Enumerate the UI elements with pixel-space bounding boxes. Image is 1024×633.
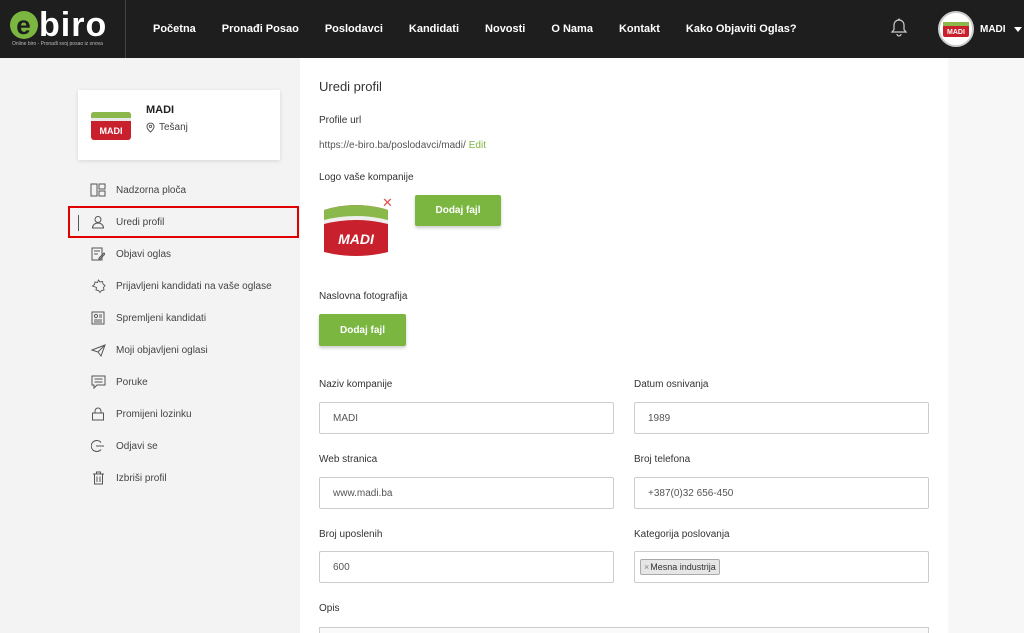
main-nav: Početna Pronađi Posao Poslodavci Kandida… [140,0,810,58]
sidebar-item-label: Odjavi se [116,440,158,452]
employees-field[interactable]: 600 [319,551,614,583]
sidebar-item-label: Moji objavljeni oglasi [116,344,208,356]
logo-wordmark: biro [39,6,108,44]
svg-text:MADI: MADI [100,126,123,136]
logo-letter: e [10,11,38,39]
sidebar-item-objavi-oglas[interactable]: Objavi oglas [78,238,308,270]
page-title: Uredi profil [319,79,382,94]
add-cover-button[interactable]: Dodaj fajl [319,314,406,346]
profile-location-text: Tešanj [159,122,188,133]
company-name-label: Naziv kompanije [319,379,393,390]
logo-label: Logo vaše kompanije [319,172,414,183]
category-tag[interactable]: × Mesna industrija [640,559,720,575]
sidebar-item-label: Spremljeni kandidati [116,312,207,324]
nav-kontakt[interactable]: Kontakt [606,23,673,35]
nav-pocetna[interactable]: Početna [140,23,209,35]
sidebar-item-poruke[interactable]: Poruke [78,366,308,398]
avatar: MADI [938,11,974,47]
saved-profiles-icon [90,310,106,326]
edit-url-link[interactable]: Edit [469,140,486,151]
message-icon [90,374,106,390]
logout-icon [90,438,106,454]
category-label: Kategorija poslovanja [634,529,730,540]
company-logo-preview: MADI [320,202,392,258]
chevron-down-icon [1013,26,1022,32]
sidebar-item-label: Izbriši profil [116,472,167,484]
nav-novosti[interactable]: Novosti [472,23,538,35]
description-editor[interactable] [319,627,929,633]
sidebar-item-odjavi-se[interactable]: Odjavi se [78,430,308,462]
phone-label: Broj telefona [634,454,691,465]
paper-plane-icon [90,342,106,358]
profile-url-text: https://e-biro.ba/poslodavci/madi/ [319,140,466,151]
nav-pronadi-posao[interactable]: Pronađi Posao [209,23,312,35]
sidebar-item-promijeni-lozinku[interactable]: Promijeni lozinku [78,398,308,430]
svg-text:MADI: MADI [947,29,965,36]
add-logo-button[interactable]: Dodaj fajl [415,195,501,226]
sidebar-item-nadzorna-ploca[interactable]: Nadzorna ploča [78,174,308,206]
user-name: MADI [980,23,1006,35]
description-label: Opis [319,603,340,614]
category-tag-label: Mesna industrija [650,562,716,572]
trash-icon [90,470,106,486]
nav-poslodavci[interactable]: Poslodavci [312,23,396,35]
sidebar-item-label: Objavi oglas [116,248,172,260]
category-select[interactable]: × Mesna industrija [634,551,929,583]
nav-divider [125,0,126,58]
founded-field[interactable]: 1989 [634,402,929,434]
lock-icon [90,406,106,422]
sidebar-item-izbrisi-profil[interactable]: Izbriši profil [78,462,308,494]
edit-profile-panel: Uredi profil Profile url https://e-biro.… [300,58,948,633]
website-field[interactable]: www.madi.ba [319,477,614,509]
logo-tagline: Online biro - Pronađi svoj posao iz snov… [12,41,103,47]
badge-icon [90,278,106,294]
ebiro-logo[interactable]: e biro Online biro - Pronađi svoj posao i… [10,8,120,50]
bell-icon[interactable] [888,17,910,39]
sidebar-item-label: Prijavljeni kandidati na vaše oglase [116,280,272,292]
remove-tag-icon[interactable]: × [644,562,649,572]
user-menu[interactable]: MADI MADI [938,11,1022,47]
company-logo: MADI [90,110,132,142]
sidebar-item-label: Poruke [116,376,148,388]
nav-o-nama[interactable]: O Nama [538,23,606,35]
location-pin-icon [146,122,155,133]
sidebar-item-label: Promijeni lozinku [116,408,192,420]
nav-kandidati[interactable]: Kandidati [396,23,472,35]
edit-document-icon [90,246,106,262]
profile-card: MADI MADI Tešanj [78,90,280,160]
profile-url-label: Profile url [319,115,362,126]
top-navbar: e biro Online biro - Pronađi svoj posao i… [0,0,1024,58]
website-label: Web stranica [319,454,378,465]
sidebar-item-moji-objavljeni-oglasi[interactable]: Moji objavljeni oglasi [78,334,308,366]
employees-label: Broj uposlenih [319,529,383,540]
nav-kako-objaviti-oglas[interactable]: Kako Objaviti Oglas? [673,23,810,35]
remove-logo-icon[interactable]: ✕ [382,196,393,209]
company-name-field[interactable]: MADI [319,402,614,434]
cover-photo-label: Naslovna fotografija [319,291,408,302]
phone-field[interactable]: +387(0)32 656-450 [634,477,929,509]
svg-text:MADI: MADI [338,231,375,247]
profile-location: Tešanj [146,122,188,133]
dashboard-icon [90,182,106,198]
sidebar-item-spremljeni-kandidati[interactable]: Spremljeni kandidati [78,302,308,334]
founded-label: Datum osnivanja [634,379,709,390]
sidebar-item-label: Nadzorna ploča [116,184,187,196]
active-item-highlight [68,206,299,238]
profile-name: MADI [146,104,175,116]
right-gutter [948,58,1024,633]
sidebar-item-prijavljeni-kandidati[interactable]: Prijavljeni kandidati na vaše oglase [78,270,308,302]
profile-url: https://e-biro.ba/poslodavci/madi/Edit [319,140,486,151]
